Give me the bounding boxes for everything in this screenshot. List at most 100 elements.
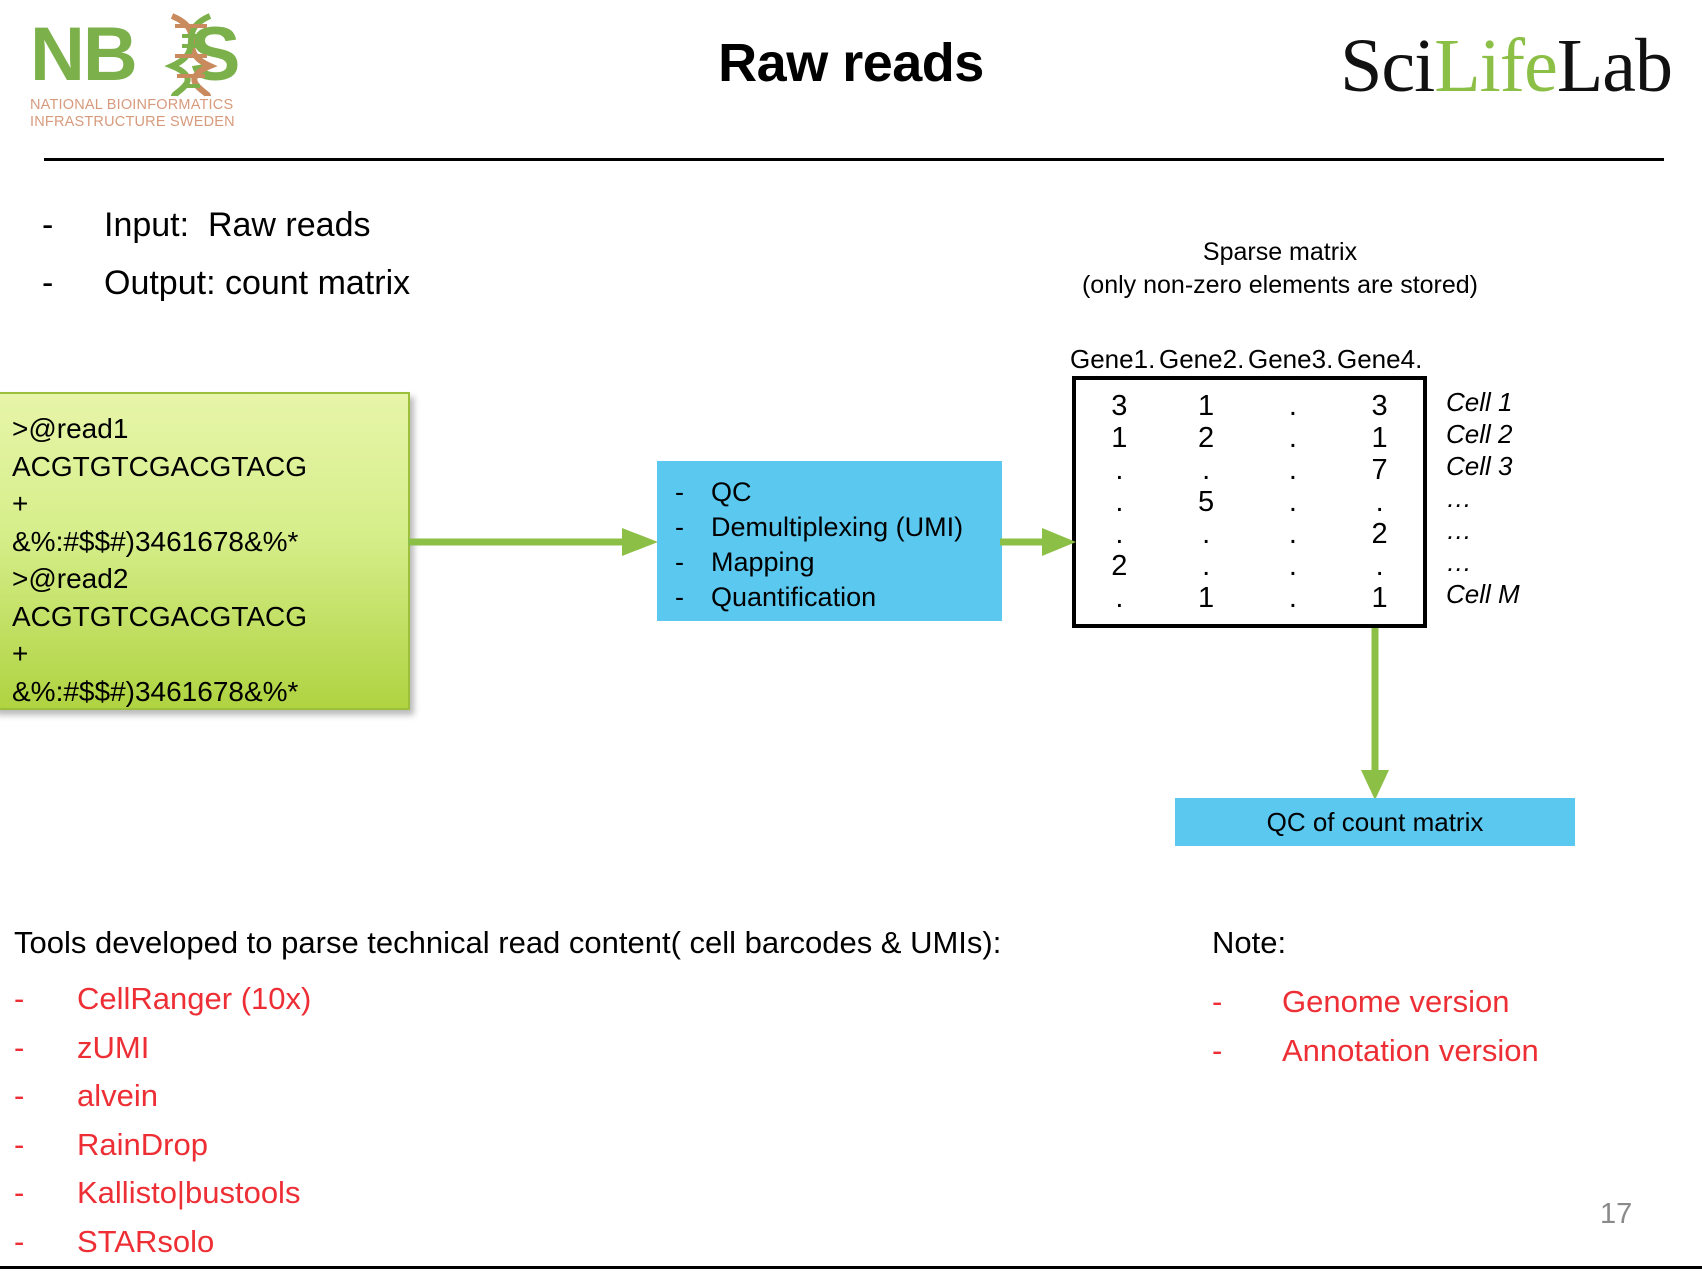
bullet-dash: - bbox=[1212, 984, 1223, 1019]
note-genome-version: Genome version bbox=[1282, 984, 1510, 1019]
matrix-cell: 7 bbox=[1371, 454, 1388, 486]
list-item: - zUMI bbox=[14, 1024, 311, 1073]
io-output-label: Output: count matrix bbox=[104, 264, 411, 302]
sparse-caption-line2: (only non-zero elements are stored) bbox=[1081, 271, 1479, 299]
note-annotation-version: Annotation version bbox=[1282, 1032, 1539, 1068]
list-item: - alvein bbox=[14, 1072, 311, 1121]
process-step-qc: QC bbox=[711, 477, 752, 507]
bullet-dash: - bbox=[14, 1223, 25, 1259]
matrix-cell: 1 bbox=[1371, 582, 1388, 614]
list-item: - Kallisto|bustools bbox=[14, 1169, 311, 1218]
matrix-cell: 1 bbox=[1198, 582, 1215, 614]
matrix-cell: 2 bbox=[1371, 518, 1388, 550]
input-output-bullets: - Input: Raw reads - Output: count matri… bbox=[42, 196, 410, 312]
matrix-cell: . bbox=[1375, 486, 1384, 518]
bullet-dash: - bbox=[675, 582, 684, 612]
matrix-cell: . bbox=[1115, 486, 1124, 518]
matrix-cell: 2 bbox=[1198, 422, 1215, 454]
scilifelab-lab: Lab bbox=[1556, 24, 1673, 108]
cell-label: … bbox=[1446, 483, 1472, 513]
bullet-dash: - bbox=[675, 512, 684, 542]
tool-raindrop: RainDrop bbox=[77, 1126, 208, 1162]
gene-header-2: Gene2. bbox=[1159, 344, 1245, 374]
tool-kallisto-bustools: Kallisto|bustools bbox=[77, 1175, 301, 1210]
arrow-matrix-to-qc bbox=[1361, 628, 1389, 800]
sparse-matrix-box: 3 1 . 3 1 2 . 1 . . . 7 . 5 . . . . . 2 bbox=[1072, 376, 1427, 628]
arrow-fastq-to-process bbox=[408, 528, 658, 556]
scilifelab-life: Life bbox=[1434, 24, 1558, 108]
scilifelab-sci: Sci bbox=[1340, 24, 1435, 108]
sparse-caption-line1: Sparse matrix bbox=[1202, 238, 1358, 266]
matrix-cell: 1 bbox=[1111, 422, 1128, 454]
matrix-cell: . bbox=[1288, 422, 1297, 454]
tool-alvein: alvein bbox=[77, 1078, 158, 1113]
matrix-cell: . bbox=[1288, 518, 1297, 550]
matrix-cell: 1 bbox=[1198, 390, 1215, 422]
io-input-label: Input: Raw reads bbox=[104, 206, 371, 244]
matrix-cell: . bbox=[1202, 550, 1211, 582]
slide-header: NB S NATIONAL BIOINFORMATICS INFRASTRUCTU… bbox=[0, 0, 1702, 180]
processing-steps-list: - QC - Demultiplexing (UMI) - Mapping - … bbox=[675, 475, 963, 615]
matrix-cell: . bbox=[1288, 582, 1297, 614]
list-item: - Quantification bbox=[675, 580, 963, 615]
nbis-subtitle-line2: INFRASTRUCTURE SWEDEN bbox=[30, 114, 235, 130]
process-step-quantification: Quantification bbox=[711, 582, 877, 612]
bullet-dash: - bbox=[42, 206, 54, 244]
tools-list: - CellRanger (10x) - zUMI - alvein - Rai… bbox=[14, 975, 311, 1266]
list-item: - Genome version bbox=[1212, 978, 1539, 1027]
gene-header-3: Gene3. bbox=[1248, 344, 1334, 374]
matrix-row-labels: Cell 1 Cell 2 Cell 3 … … … Cell M bbox=[1446, 386, 1520, 610]
table-row: . 5 . . bbox=[1076, 486, 1423, 518]
note-heading: Note: bbox=[1212, 925, 1287, 960]
gene-header-4: Gene4. bbox=[1337, 344, 1423, 374]
list-item: - Input: Raw reads bbox=[42, 196, 410, 254]
arrow-process-to-matrix bbox=[1000, 528, 1076, 556]
note-list: - Genome version - Annotation version bbox=[1212, 978, 1539, 1075]
bullet-dash: - bbox=[14, 1078, 25, 1113]
qc-count-matrix-label: QC of count matrix bbox=[1266, 806, 1484, 837]
table-row: 1 2 . 1 bbox=[1076, 422, 1423, 454]
table-row: . 1 . 1 bbox=[1076, 582, 1423, 614]
matrix-cell: . bbox=[1115, 518, 1124, 550]
matrix-cell: . bbox=[1288, 486, 1297, 518]
matrix-cell: . bbox=[1115, 582, 1124, 614]
cell-label: Cell 2 bbox=[1446, 419, 1513, 449]
matrix-cell: . bbox=[1202, 518, 1211, 550]
bullet-dash: - bbox=[675, 477, 684, 507]
cell-label: … bbox=[1446, 515, 1472, 545]
matrix-cell: . bbox=[1288, 454, 1297, 486]
matrix-cell: 5 bbox=[1198, 486, 1215, 518]
bullet-dash: - bbox=[1212, 1032, 1223, 1068]
fastq-text: >@read1 ACGTGTCGACGTACG + &%:#$$#)346167… bbox=[12, 413, 308, 707]
process-step-demultiplexing: Demultiplexing (UMI) bbox=[711, 512, 964, 542]
list-item: - CellRanger (10x) bbox=[14, 975, 311, 1024]
list-item: - Mapping bbox=[675, 545, 963, 580]
footer-divider bbox=[0, 1266, 1702, 1269]
matrix-cell: 1 bbox=[1371, 422, 1388, 454]
matrix-cell: 3 bbox=[1371, 390, 1388, 422]
list-item: - Annotation version bbox=[1212, 1027, 1539, 1076]
qc-count-matrix-box: QC of count matrix bbox=[1175, 798, 1575, 846]
tool-zumi: zUMI bbox=[77, 1029, 150, 1065]
gene-header-1: Gene1. bbox=[1070, 344, 1156, 374]
bullet-dash: - bbox=[14, 1029, 25, 1065]
matrix-cell: . bbox=[1115, 454, 1124, 486]
bullet-dash: - bbox=[675, 547, 684, 577]
bullet-dash: - bbox=[14, 1126, 25, 1162]
cell-label: … bbox=[1446, 547, 1472, 577]
header-divider bbox=[44, 158, 1664, 161]
list-item: - Output: count matrix bbox=[42, 254, 410, 312]
page-number: 17 bbox=[1600, 1198, 1633, 1230]
tool-starsolo: STARsolo bbox=[77, 1223, 215, 1259]
list-item: - STARsolo bbox=[14, 1218, 311, 1267]
matrix-cell: . bbox=[1375, 550, 1384, 582]
nbis-subtitle: NATIONAL BIOINFORMATICS INFRASTRUCTURE S… bbox=[30, 97, 270, 131]
matrix-cell: . bbox=[1288, 390, 1297, 422]
process-step-mapping: Mapping bbox=[711, 547, 815, 577]
list-item: - RainDrop bbox=[14, 1121, 311, 1170]
tool-cellranger: CellRanger (10x) bbox=[77, 981, 312, 1016]
raw-reads-fastq-box: >@read1 ACGTGTCGACGTACG + &%:#$$#)346167… bbox=[0, 392, 410, 710]
scilifelab-logo: SciLifeLab bbox=[1340, 24, 1673, 108]
sparse-matrix-caption: Sparse matrix (only non-zero elements ar… bbox=[1010, 236, 1550, 302]
matrix-column-headers: Gene1. Gene2. Gene3. Gene4. bbox=[1070, 344, 1426, 375]
